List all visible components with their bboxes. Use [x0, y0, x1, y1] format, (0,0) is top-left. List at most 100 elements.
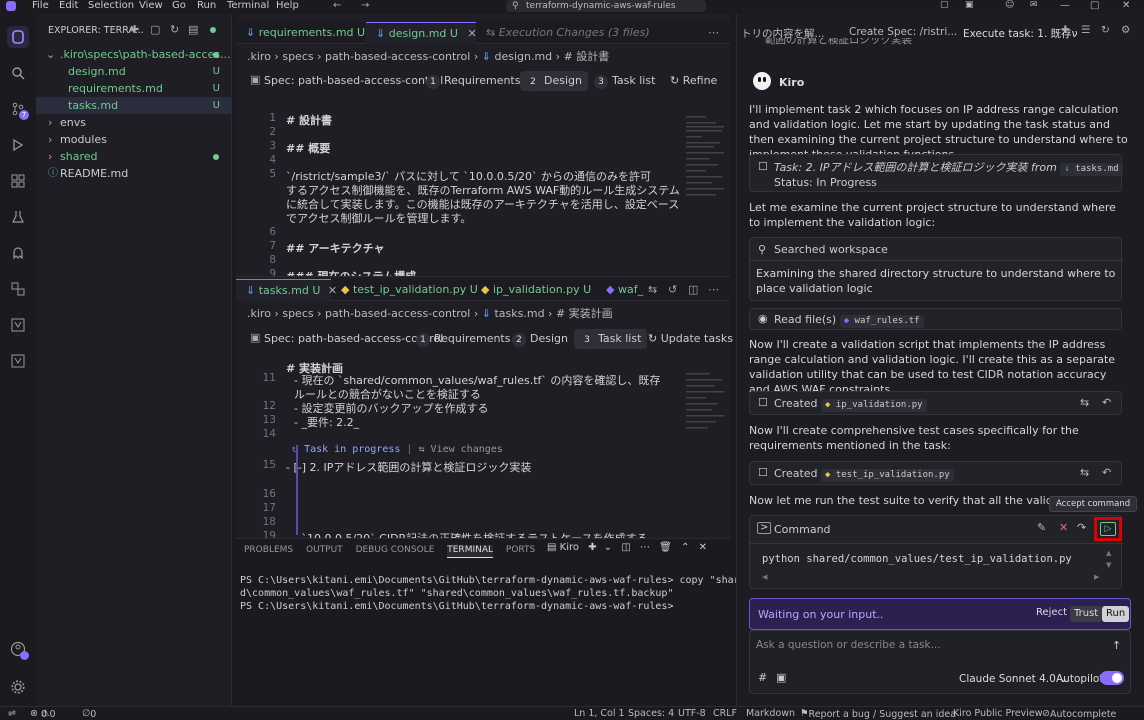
scroll-right-icon[interactable]: ▶: [1094, 573, 1099, 581]
diff-view-icon[interactable]: ⇆: [1080, 466, 1089, 479]
source-control-icon[interactable]: 7: [7, 98, 29, 120]
tree-folder-path[interactable]: ⌄ .kiro\specs\path-based-acces...: [36, 46, 232, 63]
created-card-1[interactable]: ☐ Created ◆ ip_validation.py ⇆ ↶: [749, 391, 1122, 415]
cursor-position[interactable]: Ln 1, Col 1: [574, 708, 625, 719]
created-file-chip[interactable]: ◆ ip_validation.py: [821, 399, 927, 412]
command-card[interactable]: > Command ✎ ✕ ↷ ▷ python shared/common_v…: [749, 515, 1123, 589]
tree-file-requirements[interactable]: requirements.md U: [36, 80, 232, 97]
tab-design[interactable]: ⇓ design.md U ✕: [366, 22, 477, 44]
terminal-name[interactable]: Kiro: [560, 542, 579, 553]
compare-icon[interactable]: ⇆: [648, 279, 657, 301]
crumb[interactable]: design.md: [494, 50, 552, 63]
history-icon[interactable]: ↻: [1101, 24, 1110, 36]
tab-tasks[interactable]: ⇓ tasks.md U ✕: [236, 279, 337, 301]
task-in-progress-link[interactable]: Task in progress: [304, 444, 400, 455]
step-task-list[interactable]: 3 Task list: [574, 329, 648, 349]
run-in-terminal-icon[interactable]: ↷: [1077, 521, 1086, 534]
tab-waf[interactable]: ◆ waf_: [596, 279, 646, 301]
diff-view-icon[interactable]: ⇆: [1080, 396, 1089, 409]
close-panel-icon[interactable]: ✕: [699, 542, 707, 553]
reject-command-icon[interactable]: ✕: [1059, 521, 1068, 534]
extensions-icon[interactable]: [7, 170, 29, 192]
feedback-icon[interactable]: ✉: [1030, 0, 1038, 10]
created-file-chip[interactable]: ◆ test_ip_validation.py: [821, 469, 954, 482]
crumb[interactable]: path-based-access-control: [325, 50, 470, 63]
kiro-icon[interactable]: [7, 26, 29, 48]
back-arrow-icon[interactable]: ←: [333, 0, 341, 11]
scroll-down-icon[interactable]: ▼: [1106, 561, 1111, 569]
tree-file-design[interactable]: design.md U: [36, 63, 232, 80]
edit-command-icon[interactable]: ✎: [1037, 521, 1046, 534]
maximize-panel-icon[interactable]: ⌃: [681, 542, 689, 553]
tab-output[interactable]: OUTPUT: [306, 545, 343, 555]
command-center-search[interactable]: ⚲ terraform-dynamic-aws-waf-rules: [506, 0, 706, 12]
menu-file[interactable]: File: [32, 0, 49, 11]
menu-edit[interactable]: Edit: [59, 0, 78, 11]
crumb[interactable]: .kiro: [247, 307, 271, 320]
run-button[interactable]: Run: [1102, 606, 1130, 622]
trust-button[interactable]: Trust: [1070, 606, 1103, 622]
chat-settings-icon[interactable]: ⚙: [1121, 24, 1130, 36]
tree-folder-envs[interactable]: › envs: [36, 114, 232, 131]
menu-help[interactable]: Help: [276, 0, 299, 11]
chat-list-icon[interactable]: ☰: [1081, 24, 1090, 36]
crumb[interactable]: path-based-access-control: [325, 307, 470, 320]
remote-explorer-icon[interactable]: [7, 278, 29, 300]
crumb[interactable]: .kiro: [247, 50, 271, 63]
tab-ip-validation[interactable]: ◆ ip_validation.py U: [471, 279, 596, 301]
more-actions-icon[interactable]: ⋯: [708, 279, 719, 301]
tab-ports[interactable]: PORTS: [506, 545, 535, 555]
new-file-icon[interactable]: ✚: [130, 23, 139, 36]
step-design[interactable]: 2 Design: [506, 329, 574, 349]
tab-problems[interactable]: PROBLEMS: [244, 545, 293, 555]
open-changes-icon[interactable]: ↺: [668, 279, 677, 301]
tab-requirements[interactable]: ⇓ requirements.md U: [236, 22, 366, 44]
crumb[interactable]: specs: [282, 50, 313, 63]
forward-arrow-icon[interactable]: →: [361, 0, 369, 11]
testing-flask-icon[interactable]: [7, 206, 29, 228]
autocomplete-toggle[interactable]: ⊘ Autocomplete: [1042, 708, 1116, 720]
created-card-2[interactable]: ☐ Created ◆ test_ip_validation.py ⇆ ↶: [749, 461, 1122, 485]
settings-gear-icon[interactable]: [7, 676, 29, 698]
menu-run[interactable]: Run: [197, 0, 216, 11]
tree-folder-shared[interactable]: › shared: [36, 148, 232, 165]
revert-icon[interactable]: ↶: [1102, 466, 1111, 479]
reject-button[interactable]: Reject: [1036, 607, 1067, 618]
remote-icon[interactable]: ⇌: [8, 708, 16, 719]
account-icon[interactable]: ☺: [1005, 0, 1014, 10]
search-card[interactable]: ⚲ Searched workspace Examining the share…: [749, 237, 1123, 301]
tab-terminal[interactable]: TERMINAL: [447, 545, 494, 558]
encoding[interactable]: UTF-8: [678, 708, 706, 719]
task-card[interactable]: ☐ Task: 2. IPアドレス範囲の計算と検証ロジック実装 from ⇓ t…: [749, 154, 1123, 192]
tab-debug-console[interactable]: DEBUG CONSOLE: [356, 545, 435, 555]
command-text[interactable]: python shared/common_values/test_ip_vali…: [762, 553, 1072, 565]
sidebar-toggle-icon[interactable]: ▣: [965, 0, 974, 10]
split-terminal-icon[interactable]: ◫: [621, 542, 630, 553]
collapse-all-icon[interactable]: ▤: [188, 23, 198, 36]
crumb[interactable]: # 設計書: [564, 50, 610, 63]
menu-terminal[interactable]: Terminal: [227, 0, 269, 11]
refresh-icon[interactable]: ↻: [170, 23, 179, 36]
accept-command-button[interactable]: ▷: [1094, 517, 1122, 541]
split-editor-icon[interactable]: ◫: [688, 279, 698, 301]
revert-icon[interactable]: ↶: [1102, 396, 1111, 409]
view-changes-link[interactable]: View changes: [431, 444, 503, 455]
read-file-card[interactable]: ◉ Read file(s) ◆ waf_rules.tf: [749, 308, 1122, 330]
step-task-list[interactable]: 3 Task list: [588, 71, 661, 91]
model-selector[interactable]: Claude Sonnet 4.0 ⌄: [959, 673, 1068, 685]
chat-input-placeholder[interactable]: Ask a question or describe a task...: [756, 639, 941, 651]
chat-tab[interactable]: Create Spec: /ristri...: [849, 26, 957, 38]
layout-toggle-icon[interactable]: ▢: [940, 0, 949, 10]
tree-file-tasks[interactable]: tasks.md U: [36, 97, 232, 114]
step-requirements[interactable]: 1 Requirements: [410, 329, 516, 349]
tree-file-readme[interactable]: ⓘ README.md: [36, 165, 232, 182]
chevron-down-icon[interactable]: ⌄: [604, 542, 612, 553]
tab-test-ip-validation[interactable]: ◆ test_ip_validation.py U: [331, 279, 478, 301]
ghost-icon[interactable]: [7, 242, 29, 264]
indentation[interactable]: Spaces: 4: [628, 708, 674, 719]
task-file-chip[interactable]: ⇓ tasks.md: [1060, 163, 1123, 176]
new-terminal-icon[interactable]: ✚: [588, 542, 596, 553]
step-requirements[interactable]: 1 Requirements: [420, 71, 526, 91]
menu-selection[interactable]: Selection: [88, 0, 134, 11]
new-folder-icon[interactable]: ▢: [150, 23, 160, 36]
